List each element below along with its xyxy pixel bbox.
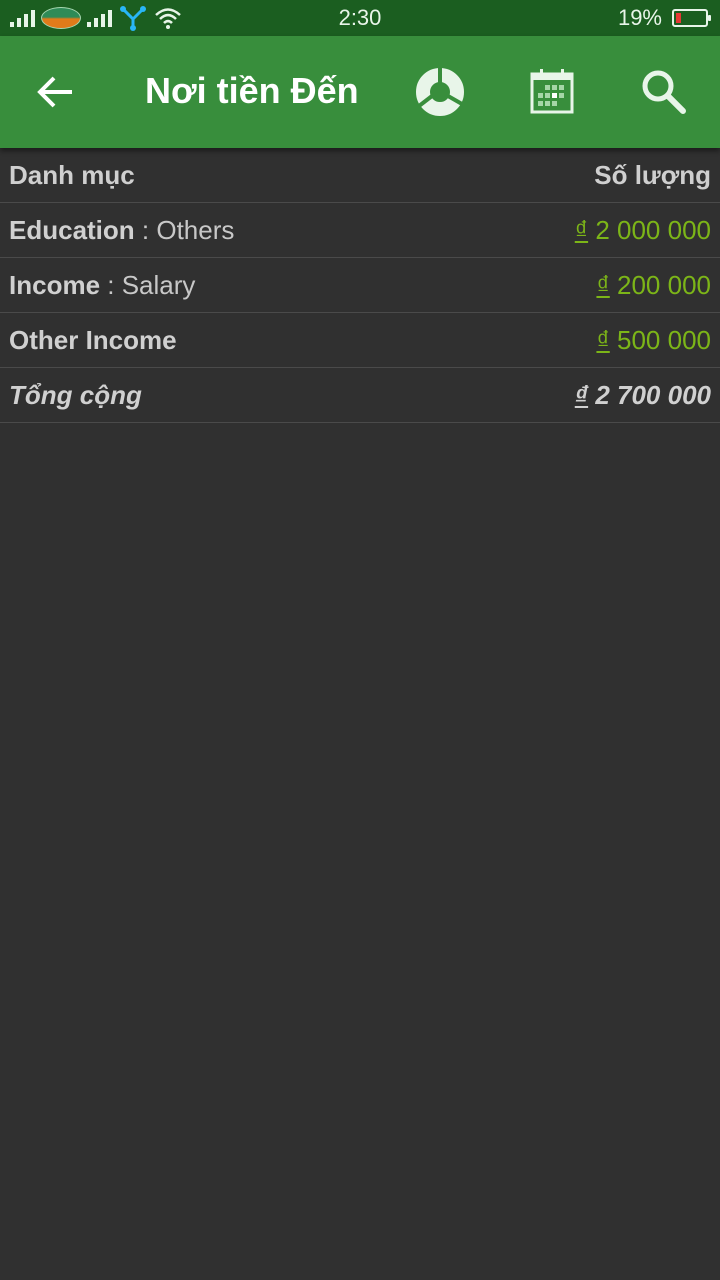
total-label: Tổng cộng bbox=[9, 379, 142, 410]
total-value: 2 700 000 bbox=[588, 379, 711, 410]
battery-level bbox=[676, 13, 681, 23]
currency-symbol: ₫ bbox=[574, 214, 589, 245]
row-amount: ₫ 500 000 bbox=[596, 325, 711, 356]
category-name: Income bbox=[9, 269, 101, 300]
donut-chart-icon bbox=[416, 68, 464, 116]
table-row[interactable]: Other Income ₫ 500 000 bbox=[0, 313, 720, 368]
currency-symbol: ₫ bbox=[596, 269, 610, 300]
amount-value: 2 000 000 bbox=[588, 214, 711, 245]
row-category: Education : Others bbox=[9, 215, 234, 246]
chart-button[interactable] bbox=[412, 64, 468, 120]
category-table: Danh mục Số lượng Education : Others ₫ 2… bbox=[0, 148, 720, 423]
amount-value: 500 000 bbox=[609, 324, 711, 355]
table-row[interactable]: Income : Salary ₫ 200 000 bbox=[0, 258, 720, 313]
row-category: Other Income bbox=[9, 325, 177, 356]
page-title: Nơi tiền Đến bbox=[145, 70, 359, 111]
status-bar: 2:30 19% bbox=[0, 0, 720, 36]
search-icon bbox=[642, 70, 686, 114]
battery-icon bbox=[672, 9, 711, 27]
row-amount: ₫ 200 000 bbox=[596, 270, 711, 301]
calendar-button[interactable] bbox=[525, 64, 581, 120]
table-header: Danh mục Số lượng bbox=[0, 148, 720, 203]
total-amount: ₫ 2 700 000 bbox=[575, 380, 711, 411]
row-category: Income : Salary bbox=[9, 270, 195, 301]
app-bar: Nơi tiền Đến bbox=[0, 36, 720, 148]
amount-value: 200 000 bbox=[609, 269, 711, 300]
category-name: Education bbox=[9, 214, 135, 245]
subcategory-name: Others bbox=[156, 214, 235, 245]
status-time: 2:30 bbox=[338, 5, 382, 30]
category-separator: : bbox=[134, 214, 157, 245]
category-column-header: Danh mục bbox=[9, 159, 135, 190]
battery-percent: 19% bbox=[617, 5, 662, 30]
category-name: Other Income bbox=[9, 324, 177, 355]
currency-symbol: ₫ bbox=[574, 379, 589, 410]
total-row: Tổng cộng ₫ 2 700 000 bbox=[0, 368, 720, 423]
amount-column-header: Số lượng bbox=[594, 159, 711, 190]
category-separator: : bbox=[100, 269, 122, 300]
arrow-left-icon bbox=[37, 76, 72, 108]
subcategory-name: Salary bbox=[121, 269, 196, 300]
calendar-icon bbox=[530, 69, 574, 114]
row-amount: ₫ 2 000 000 bbox=[575, 215, 711, 246]
status-icons-right: 19% bbox=[617, 5, 711, 31]
table-row[interactable]: Education : Others ₫ 2 000 000 bbox=[0, 203, 720, 258]
currency-symbol: ₫ bbox=[596, 324, 610, 355]
back-button[interactable] bbox=[28, 66, 84, 118]
search-button[interactable] bbox=[636, 64, 692, 120]
